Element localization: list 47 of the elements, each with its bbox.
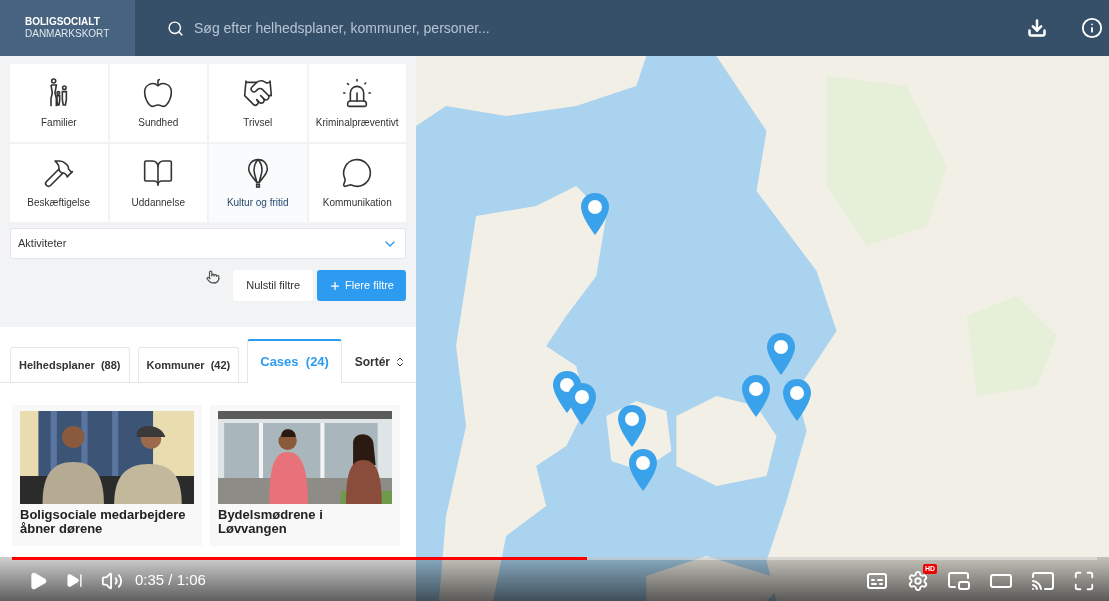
map-pin-icon[interactable]	[566, 382, 598, 426]
category-tile[interactable]: Kommunikation	[308, 144, 406, 222]
category-tile[interactable]: Kultur og fritid	[209, 144, 307, 222]
category-tile[interactable]: Kriminalpræventivt	[308, 64, 406, 142]
search-field[interactable]: Søg efter helhedsplaner, kommuner, personer...	[194, 17, 694, 39]
case-card[interactable]: Bydelsmødrene i Løvvangen	[210, 405, 400, 546]
time-display: 0:35 / 1:06	[135, 570, 206, 591]
sort-button[interactable]: Sortér	[354, 342, 406, 382]
brand-subtitle: DANMARKSKORT	[25, 28, 111, 40]
book-icon	[142, 157, 175, 189]
sort-arrows-icon	[394, 356, 406, 368]
progress-track[interactable]	[12, 557, 1097, 560]
tab[interactable]: Kommuner (42)	[137, 347, 240, 382]
fullscreen-icon[interactable]	[1073, 569, 1095, 592]
next-icon[interactable]	[66, 572, 83, 589]
search-icon	[167, 19, 184, 37]
speech-bubble-icon	[341, 157, 374, 189]
handshake-icon	[241, 77, 274, 109]
siren-icon	[341, 77, 374, 109]
map-pin-icon[interactable]	[781, 378, 813, 422]
tab[interactable]: Helhedsplaner (88)	[10, 347, 130, 382]
play-icon[interactable]	[28, 570, 48, 591]
reset-filters-button[interactable]: Nulstil filtre	[233, 270, 314, 301]
map-pin-icon[interactable]	[627, 448, 659, 492]
map-pin-icon[interactable]	[740, 374, 772, 418]
case-title: Bydelsmødrene i Løvvangen	[218, 508, 324, 536]
activities-dropdown[interactable]: Aktiviteter	[10, 228, 406, 259]
info-icon[interactable]	[1081, 17, 1103, 39]
map-pin-icon[interactable]	[579, 192, 611, 236]
category-tile[interactable]: Sundhed	[109, 64, 207, 142]
map-pin-icon[interactable]	[765, 332, 797, 376]
brand-title: BOLIGSOCIALT	[25, 16, 101, 28]
case-title: Boligsociale medarbejdere åbner dørene	[20, 508, 187, 536]
download-icon[interactable]	[1027, 18, 1047, 38]
hand-cursor-icon	[206, 270, 220, 284]
category-tile[interactable]: Trivsel	[209, 64, 307, 142]
settings-icon[interactable]	[907, 569, 929, 592]
dropdown-label: Aktiviteter	[18, 236, 68, 252]
case-card[interactable]: Boligsociale medarbejdere åbner dørene	[12, 405, 202, 546]
apple-icon	[142, 77, 175, 109]
map-pin-icon[interactable]	[616, 404, 648, 448]
category-tile[interactable]: Beskæftigelse	[10, 144, 108, 222]
hammer-icon	[42, 157, 75, 189]
category-tile[interactable]: Uddannelse	[109, 144, 207, 222]
logo-panel[interactable]: BOLIGSOCIALT DANMARKSKORT	[0, 0, 135, 56]
category-tile[interactable]: Familier	[10, 64, 108, 142]
plus-icon	[329, 279, 342, 292]
